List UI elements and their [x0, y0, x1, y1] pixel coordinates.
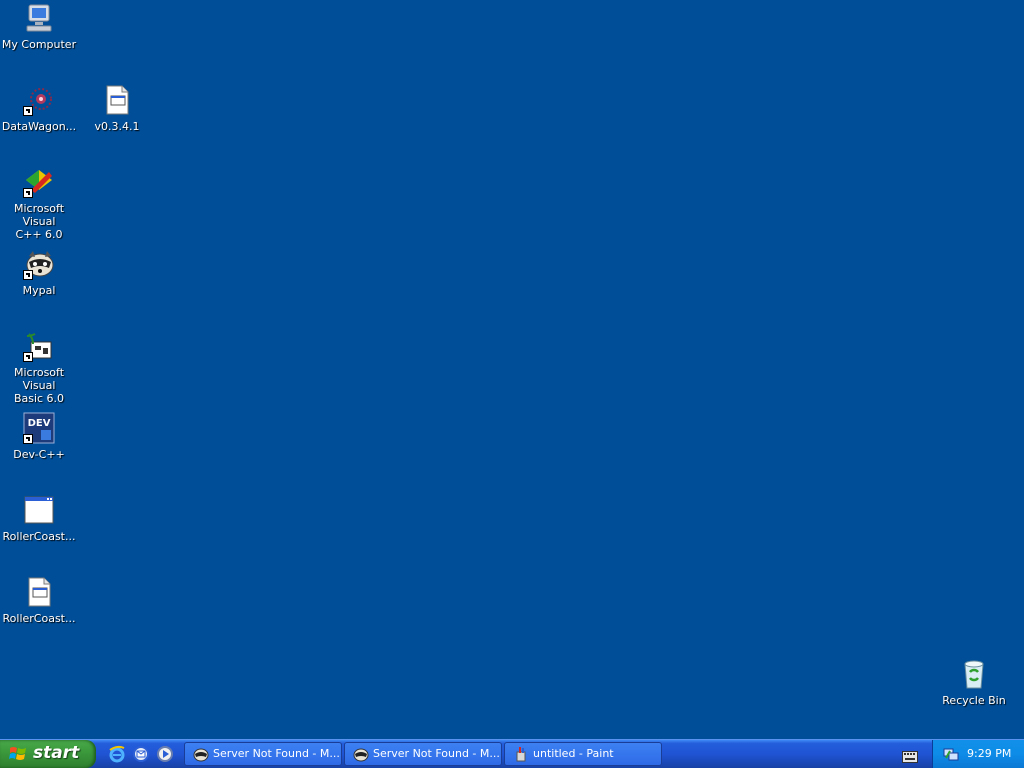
taskbar-button-label: Server Not Found - M...	[213, 747, 340, 760]
outlook-express-icon[interactable]	[132, 745, 150, 763]
desktop-icon-label: Dev-C++	[13, 448, 65, 461]
desktop-icon-label: v0.3.4.1	[94, 120, 140, 133]
svg-text:DEV: DEV	[28, 418, 51, 429]
mypal-icon	[193, 746, 209, 762]
file-icon	[23, 576, 55, 608]
shortcut-arrow-icon	[23, 106, 33, 116]
keyboard-icon[interactable]	[902, 748, 918, 763]
desktop-icon-recycle-bin[interactable]: Recycle Bin	[935, 658, 1013, 707]
ie-icon[interactable]	[108, 745, 126, 763]
desktop-icon-label: Microsoft Visual Basic 6.0	[13, 366, 65, 405]
desktop-icon-v0341[interactable]: v0.3.4.1	[78, 84, 156, 133]
desktop-icon-label: Recycle Bin	[942, 694, 1006, 707]
start-button[interactable]: start	[0, 740, 96, 768]
taskbar-button-label: untitled - Paint	[533, 747, 614, 760]
desktop-icon-label: RollerCoast...	[2, 530, 76, 543]
quick-launch-bar	[104, 743, 180, 765]
visual-cpp-icon	[23, 166, 55, 198]
taskbar-button-paint[interactable]: untitled - Paint	[504, 742, 662, 766]
desktop-icon-rollercoaster-2[interactable]: RollerCoast...	[0, 576, 78, 625]
windows-logo-icon	[9, 746, 27, 762]
paint-icon	[513, 746, 529, 762]
media-player-icon[interactable]	[156, 745, 174, 763]
dev-cpp-icon: DEV	[23, 412, 55, 444]
shortcut-arrow-icon	[23, 188, 33, 198]
taskbar-button-mypal-2[interactable]: Server Not Found - M...	[344, 742, 502, 766]
application-window-icon	[23, 494, 55, 526]
datawagon-icon	[23, 84, 55, 116]
desktop-icon-msvc[interactable]: Microsoft Visual C++ 6.0	[0, 166, 78, 241]
shortcut-arrow-icon	[23, 270, 33, 280]
clock[interactable]: 9:29 PM	[967, 747, 1011, 760]
mypal-icon	[353, 746, 369, 762]
desktop-icon-my-computer[interactable]: My Computer	[0, 2, 78, 51]
desktop-icon-mypal[interactable]: Mypal	[0, 248, 78, 297]
desktop-icon-label: DataWagon...	[1, 120, 77, 133]
taskbar-button-mypal-1[interactable]: Server Not Found - M...	[184, 742, 342, 766]
visual-basic-icon	[23, 330, 55, 362]
start-label: start	[33, 743, 80, 763]
taskbar-button-label: Server Not Found - M...	[373, 747, 500, 760]
system-tray: 9:29 PM	[932, 740, 1024, 768]
taskbar: start Server Not Found - M... Server Not…	[0, 739, 1024, 768]
shortcut-arrow-icon	[23, 352, 33, 362]
desktop-icon-datawagon[interactable]: DataWagon...	[0, 84, 78, 133]
desktop-icon-rollercoaster-1[interactable]: RollerCoast...	[0, 494, 78, 543]
network-icon[interactable]	[943, 746, 959, 762]
my-computer-icon	[23, 2, 55, 34]
recycle-bin-icon	[958, 658, 990, 690]
desktop-icon-label: My Computer	[1, 38, 77, 51]
shortcut-arrow-icon	[23, 434, 33, 444]
desktop-icon-label: RollerCoast...	[2, 612, 76, 625]
file-icon	[101, 84, 133, 116]
desktop-icon-devcpp[interactable]: DEV Dev-C++	[0, 412, 78, 461]
desktop-icon-label: Microsoft Visual C++ 6.0	[13, 202, 65, 241]
mypal-icon	[23, 248, 55, 280]
desktop: My Computer DataWagon... v0.3.4.1 Micros…	[0, 0, 1024, 739]
desktop-icon-label: Mypal	[22, 284, 56, 297]
desktop-icon-msvb[interactable]: Microsoft Visual Basic 6.0	[0, 330, 78, 405]
